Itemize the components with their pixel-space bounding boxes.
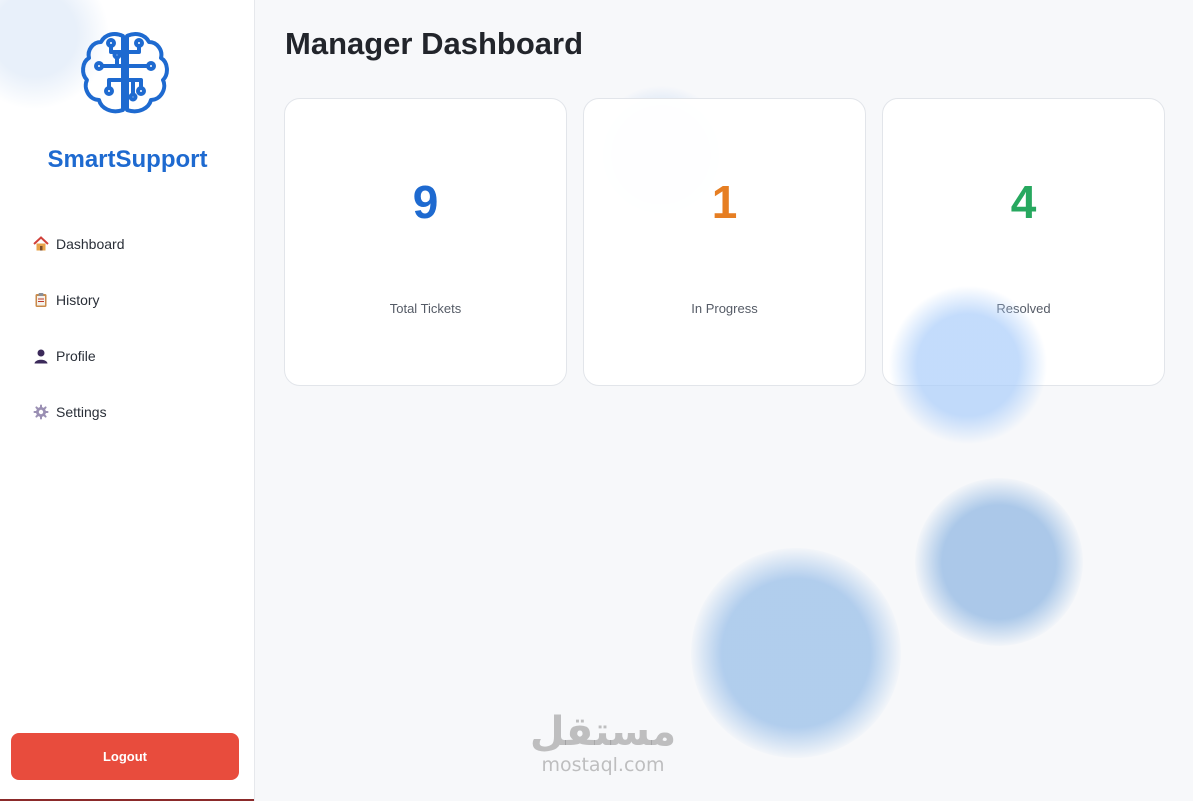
sidebar-item-history[interactable]: History bbox=[32, 284, 125, 316]
watermark-arabic: مستقل bbox=[529, 709, 677, 755]
stat-label: Total Tickets bbox=[389, 301, 462, 316]
sidebar-item-label: Settings bbox=[56, 404, 107, 420]
sidebar-nav: Dashboard History Profile Settings bbox=[32, 228, 125, 452]
sidebar-item-label: Dashboard bbox=[56, 236, 125, 252]
user-icon bbox=[32, 347, 50, 365]
sidebar-item-label: History bbox=[56, 292, 100, 308]
watermark: مستقل mostaql.com bbox=[503, 710, 703, 776]
brand-name: SmartSupport bbox=[47, 146, 208, 173]
page-title: Manager Dashboard bbox=[285, 26, 584, 61]
logout-button[interactable]: Logout bbox=[11, 733, 239, 780]
stat-label: Resolved bbox=[996, 301, 1051, 316]
sidebar: SmartSupport Dashboard History Profile S… bbox=[0, 0, 255, 801]
decorative-blob bbox=[915, 478, 1083, 646]
stat-label: In Progress bbox=[691, 301, 758, 316]
stats-cards: 9 Total Tickets 1 In Progress 4 Resolved bbox=[284, 98, 1165, 386]
stat-card-total: 9 Total Tickets bbox=[284, 98, 567, 386]
stat-value: 1 bbox=[711, 176, 738, 228]
sidebar-item-label: Profile bbox=[56, 348, 96, 364]
stat-card-resolved: 4 Resolved bbox=[882, 98, 1165, 386]
stat-value: 9 bbox=[412, 176, 439, 228]
clipboard-icon bbox=[32, 291, 50, 309]
sidebar-item-profile[interactable]: Profile bbox=[32, 340, 125, 372]
gear-icon bbox=[32, 403, 50, 421]
watermark-domain: mostaql.com bbox=[541, 754, 665, 776]
app-root: SmartSupport Dashboard History Profile S… bbox=[0, 0, 1193, 801]
main-content: Manager Dashboard 9 Total Tickets 1 In P… bbox=[255, 0, 1193, 801]
stat-value: 4 bbox=[1010, 176, 1037, 228]
house-icon bbox=[32, 235, 50, 253]
sidebar-item-dashboard[interactable]: Dashboard bbox=[32, 228, 125, 260]
brain-logo-icon bbox=[81, 32, 169, 114]
stat-card-in-progress: 1 In Progress bbox=[583, 98, 866, 386]
decorative-blob bbox=[691, 548, 901, 758]
sidebar-item-settings[interactable]: Settings bbox=[32, 396, 125, 428]
